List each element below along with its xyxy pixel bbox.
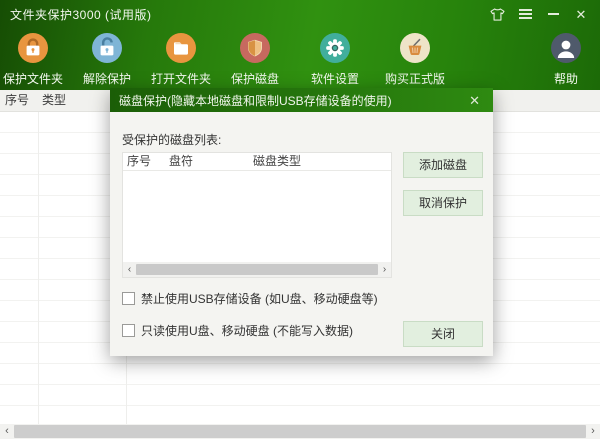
- column-divider: [38, 112, 39, 424]
- disk-protection-dialog: 磁盘保护(隐藏本地磁盘和限制USB存储设备的使用) ✕ 受保护的磁盘列表: 序号…: [110, 88, 493, 356]
- scrollbar-thumb[interactable]: [14, 425, 586, 438]
- dialog-body: 受保护的磁盘列表: 序号 盘符 磁盘类型 ‹ › 添加磁盘 取消保护 关闭: [110, 112, 493, 356]
- listview-rows[interactable]: [123, 171, 391, 262]
- cancel-protection-button[interactable]: 取消保护: [403, 190, 483, 216]
- skin-icon[interactable]: [488, 5, 506, 23]
- close-button[interactable]: ✕: [572, 5, 590, 23]
- toolbar-item-unprotect[interactable]: 解除保护: [81, 33, 133, 87]
- toolbar-label: 解除保护: [83, 70, 131, 87]
- shield-icon: [240, 33, 270, 63]
- toolbar-item-protect-disk[interactable]: 保护磁盘: [229, 33, 281, 87]
- scrollbar-thumb[interactable]: [136, 264, 378, 275]
- horizontal-scrollbar[interactable]: ‹ ›: [0, 424, 600, 439]
- toolbar-label: 购买正式版: [385, 70, 445, 87]
- dialog-close-button[interactable]: ✕: [465, 92, 484, 109]
- gear-icon: [320, 33, 350, 63]
- window-controls: ✕: [488, 5, 590, 23]
- toolbar-item-help[interactable]: 帮助: [542, 33, 590, 87]
- person-icon: [551, 33, 581, 63]
- usb-readonly-option[interactable]: 只读使用U盘、移动硬盘 (不能写入数据): [122, 322, 353, 339]
- main-menu-icon[interactable]: [516, 5, 534, 23]
- basket-icon: [400, 33, 430, 63]
- list-column-disk-type[interactable]: 磁盘类型: [253, 153, 301, 170]
- toolbar-item-protect-folder[interactable]: 保护文件夹: [1, 33, 65, 87]
- protected-disk-listview[interactable]: 序号 盘符 磁盘类型 ‹ ›: [122, 152, 392, 278]
- toolbar-label: 保护文件夹: [3, 70, 63, 87]
- toolbar-item-buy[interactable]: 购买正式版: [383, 33, 447, 87]
- dialog-titlebar: 磁盘保护(隐藏本地磁盘和限制USB存储设备的使用) ✕: [110, 88, 493, 112]
- header-area: 文件夹保护3000 (试用版) ✕: [0, 0, 600, 90]
- checkbox-usb-disable[interactable]: [122, 292, 135, 305]
- checkbox-usb-readonly[interactable]: [122, 324, 135, 337]
- toolbar-label: 帮助: [554, 70, 578, 87]
- listview-header: 序号 盘符 磁盘类型: [123, 153, 391, 171]
- unlock-icon: [92, 33, 122, 63]
- toolbar: 保护文件夹 解除保护: [0, 28, 600, 90]
- close-icon: ✕: [576, 8, 587, 21]
- app-window: 文件夹保护3000 (试用版) ✕: [0, 0, 600, 439]
- scroll-left-icon[interactable]: ‹: [0, 424, 14, 439]
- folder-icon: [166, 33, 196, 63]
- list-column-drive[interactable]: 盘符: [169, 153, 193, 170]
- listview-scrollbar[interactable]: ‹ ›: [123, 262, 391, 277]
- lock-icon: [18, 33, 48, 63]
- column-header-index[interactable]: 序号: [5, 90, 29, 111]
- protected-disk-list-label: 受保护的磁盘列表:: [122, 131, 221, 148]
- titlebar: 文件夹保护3000 (试用版) ✕: [0, 0, 600, 28]
- toolbar-label: 保护磁盘: [231, 70, 279, 87]
- usb-disable-option[interactable]: 禁止使用USB存储设备 (如U盘、移动硬盘等): [122, 290, 378, 307]
- close-dialog-button[interactable]: 关闭: [403, 321, 483, 347]
- dialog-title: 磁盘保护(隐藏本地磁盘和限制USB存储设备的使用): [119, 92, 465, 109]
- add-disk-button[interactable]: 添加磁盘: [403, 152, 483, 178]
- close-icon: ✕: [469, 93, 480, 108]
- column-header-type[interactable]: 类型: [42, 90, 66, 111]
- scroll-right-icon[interactable]: ›: [378, 262, 391, 277]
- checkbox-label: 只读使用U盘、移动硬盘 (不能写入数据): [141, 322, 353, 339]
- list-column-index[interactable]: 序号: [127, 153, 151, 170]
- scroll-left-icon[interactable]: ‹: [123, 262, 136, 277]
- scroll-right-icon[interactable]: ›: [586, 424, 600, 439]
- checkbox-label: 禁止使用USB存储设备 (如U盘、移动硬盘等): [141, 290, 378, 307]
- toolbar-item-open-folder[interactable]: 打开文件夹: [149, 33, 213, 87]
- toolbar-label: 软件设置: [311, 70, 359, 87]
- minimize-button[interactable]: [544, 5, 562, 23]
- window-title: 文件夹保护3000 (试用版): [10, 6, 152, 23]
- toolbar-label: 打开文件夹: [151, 70, 211, 87]
- toolbar-item-settings[interactable]: 软件设置: [309, 33, 361, 87]
